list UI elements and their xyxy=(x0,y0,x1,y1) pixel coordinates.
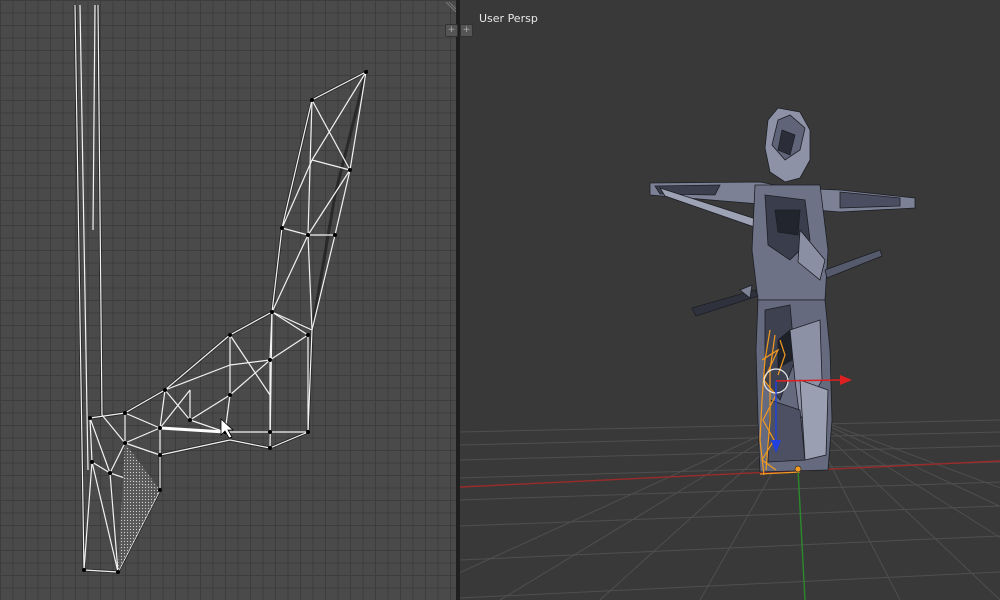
area-corner-hatch-icon[interactable] xyxy=(446,2,456,14)
y-axis-line xyxy=(797,469,806,600)
x-arrow-icon[interactable] xyxy=(840,375,852,385)
3d-viewport[interactable]: User Persp xyxy=(460,0,1000,600)
viewport-scene[interactable] xyxy=(460,0,1000,600)
floor-grid xyxy=(460,414,1000,600)
mouse-cursor-icon xyxy=(220,418,235,439)
object-origin-dot[interactable] xyxy=(794,465,802,473)
split-area-icon-left[interactable]: + xyxy=(445,24,458,37)
uv-edges xyxy=(74,4,367,573)
view-label: User Persp xyxy=(479,12,538,25)
gizmo-x-axis[interactable] xyxy=(775,379,841,382)
character-mesh[interactable] xyxy=(649,107,916,473)
uv-image-editor[interactable] xyxy=(0,0,456,600)
split-area-icon-right[interactable]: + xyxy=(460,24,473,37)
uv-mesh[interactable] xyxy=(0,0,456,600)
